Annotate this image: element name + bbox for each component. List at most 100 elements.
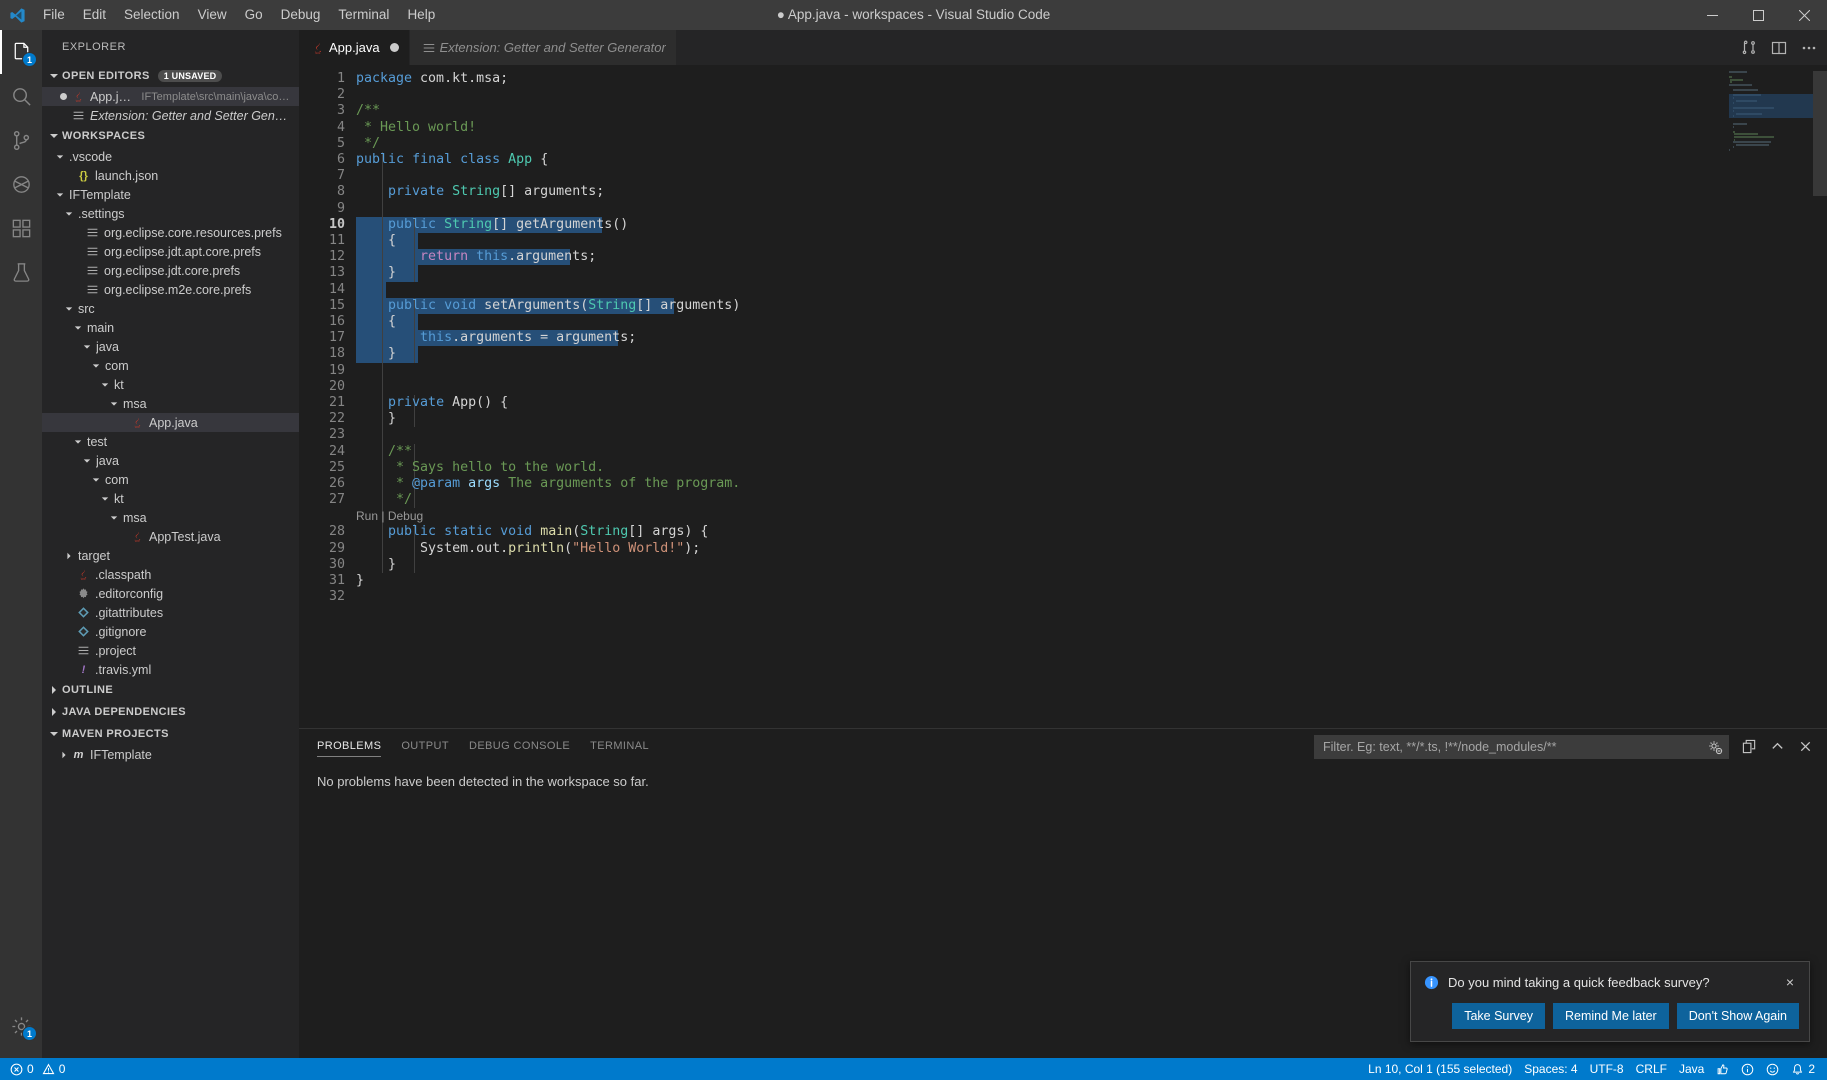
tree-item-msa[interactable]: msa: [42, 508, 299, 527]
code-line[interactable]: private App() {: [356, 395, 508, 411]
tree-item-target[interactable]: target: [42, 546, 299, 565]
minimize-icon[interactable]: [1689, 0, 1735, 30]
tree-item-org-eclipse-jdt-core-prefs[interactable]: org.eclipse.jdt.core.prefs: [42, 261, 299, 280]
code-line[interactable]: }: [356, 346, 396, 362]
code-line[interactable]: package com.kt.msa;: [356, 71, 508, 87]
tree-item-vscode[interactable]: .vscode: [42, 147, 299, 166]
section-java-dependencies[interactable]: JAVA DEPENDENCIES: [42, 701, 299, 723]
dirty-indicator[interactable]: [56, 93, 70, 100]
code-editor[interactable]: 1 package com.kt.msa; 2 3 /** 4 * Hello world…: [299, 65, 1827, 728]
open-editor-extension-getter-setter[interactable]: Extension: Getter and Setter Generator: [42, 106, 299, 125]
tree-item-gitignore[interactable]: .gitignore: [42, 622, 299, 641]
section-workspaces[interactable]: WORKSPACES: [42, 125, 299, 147]
code-line[interactable]: * Hello world!: [356, 120, 476, 136]
activity-item-source-control[interactable]: [0, 118, 42, 162]
status-cursor-position[interactable]: Ln 10, Col 1 (155 selected): [1362, 1058, 1518, 1080]
section-open-editors[interactable]: OPEN EDITORS 1 UNSAVED: [42, 65, 299, 87]
code-line[interactable]: }: [356, 573, 364, 589]
codelens-run[interactable]: Run: [356, 509, 378, 523]
problems-filter[interactable]: [1314, 734, 1729, 759]
clear-filters-icon[interactable]: [1742, 739, 1757, 754]
tree-item-editorconfig[interactable]: .editorconfig: [42, 584, 299, 603]
menu-file[interactable]: File: [34, 0, 74, 30]
chevron-down-icon[interactable]: [72, 438, 84, 446]
code-line[interactable]: /**: [356, 444, 412, 460]
panel-tab-problems[interactable]: PROBLEMS: [317, 729, 382, 764]
chevron-right-icon[interactable]: [58, 751, 70, 759]
code-line[interactable]: */: [356, 492, 412, 508]
code-line[interactable]: }: [356, 411, 396, 427]
menu-view[interactable]: View: [189, 0, 236, 30]
tab-app-java[interactable]: App.java: [299, 30, 410, 65]
chevron-down-icon[interactable]: [108, 514, 120, 522]
activity-item-testing[interactable]: [0, 250, 42, 294]
tree-item-kt[interactable]: kt: [42, 375, 299, 394]
code-line[interactable]: /**: [356, 103, 380, 119]
maximize-panel-icon[interactable]: [1770, 739, 1785, 754]
status-encoding[interactable]: UTF-8: [1584, 1058, 1630, 1080]
code-line[interactable]: */: [356, 136, 380, 152]
chevron-down-icon[interactable]: [81, 343, 93, 351]
code-line[interactable]: System.out.println("Hello World!");: [356, 541, 700, 557]
activity-item-debug[interactable]: [0, 162, 42, 206]
tree-item-java[interactable]: java: [42, 337, 299, 356]
editor-scrollbar[interactable]: [1813, 65, 1827, 728]
take-survey-button[interactable]: Take Survey: [1452, 1003, 1545, 1029]
maven-project-iftemplate[interactable]: m IFTemplate: [42, 745, 299, 764]
menu-help[interactable]: Help: [398, 0, 444, 30]
tree-item-gitattributes[interactable]: .gitattributes: [42, 603, 299, 622]
tree-item-app-java[interactable]: App.java: [42, 413, 299, 432]
code-line[interactable]: return this.arguments;: [356, 249, 596, 265]
chevron-down-icon[interactable]: [90, 476, 102, 484]
tree-item-travis-yml[interactable]: ! .travis.yml: [42, 660, 299, 679]
codelens-run-debug[interactable]: Run | Debug: [356, 508, 423, 524]
section-outline[interactable]: OUTLINE: [42, 679, 299, 701]
code-line[interactable]: {: [356, 314, 396, 330]
menu-selection[interactable]: Selection: [115, 0, 189, 30]
activity-item-explorer[interactable]: 1: [0, 30, 42, 74]
chevron-down-icon[interactable]: [99, 381, 111, 389]
dont-show-again-button[interactable]: Don't Show Again: [1676, 1003, 1799, 1029]
tab-extension-getter-setter[interactable]: Extension: Getter and Setter Generator: [409, 30, 677, 65]
status-tweet-feedback[interactable]: [1760, 1058, 1785, 1080]
split-editor-icon[interactable]: [1771, 40, 1787, 56]
menu-go[interactable]: Go: [236, 0, 272, 30]
tree-item-iftemplate[interactable]: IFTemplate: [42, 185, 299, 204]
status-indentation[interactable]: Spaces: 4: [1518, 1058, 1583, 1080]
open-changes-icon[interactable]: [1741, 40, 1757, 56]
code-line[interactable]: this.arguments = arguments;: [356, 330, 636, 346]
status-eol[interactable]: CRLF: [1630, 1058, 1673, 1080]
maximize-icon[interactable]: [1735, 0, 1781, 30]
workspaces-tree[interactable]: .vscode {} launch.json IFTemplate .settings o…: [42, 147, 299, 679]
activity-item-extensions[interactable]: [0, 206, 42, 250]
panel-tab-output[interactable]: OUTPUT: [401, 729, 449, 764]
panel-tab-terminal[interactable]: TERMINAL: [590, 729, 649, 764]
scrollbar-thumb[interactable]: [1813, 71, 1827, 196]
activity-item-search[interactable]: [0, 74, 42, 118]
open-editor-app-java[interactable]: App.java IFTemplate\src\main\java\com\kt…: [42, 87, 299, 106]
menu-edit[interactable]: Edit: [74, 0, 115, 30]
tab-dirty-indicator[interactable]: [389, 43, 399, 52]
chevron-down-icon[interactable]: [81, 457, 93, 465]
minimap[interactable]: [1729, 65, 1813, 728]
chevron-down-icon[interactable]: [63, 305, 75, 313]
tree-item-org-eclipse-core-resources-prefs[interactable]: org.eclipse.core.resources.prefs: [42, 223, 299, 242]
chevron-down-icon[interactable]: [72, 324, 84, 332]
status-language-mode[interactable]: Java: [1673, 1058, 1710, 1080]
code-line[interactable]: }: [356, 557, 396, 573]
sidebar-tree[interactable]: OPEN EDITORS 1 UNSAVED App.java IFTempla…: [42, 65, 299, 1058]
tree-item-classpath[interactable]: .classpath: [42, 565, 299, 584]
tree-item-org-eclipse-jdt-apt-core-prefs[interactable]: org.eclipse.jdt.apt.core.prefs: [42, 242, 299, 261]
code-line[interactable]: public void setArguments(String[] argume…: [356, 298, 740, 314]
tree-item-test[interactable]: test: [42, 432, 299, 451]
code-line[interactable]: {: [356, 233, 396, 249]
status-errors-warnings[interactable]: 0 0: [4, 1058, 71, 1080]
code-line[interactable]: public final class App {: [356, 152, 548, 168]
status-feedback-thumbsup[interactable]: [1710, 1058, 1735, 1080]
chevron-down-icon[interactable]: [99, 495, 111, 503]
tree-item-org-eclipse-m2e-core-prefs[interactable]: org.eclipse.m2e.core.prefs: [42, 280, 299, 299]
code-line[interactable]: public String[] getArguments(): [356, 217, 628, 233]
tree-item-project[interactable]: .project: [42, 641, 299, 660]
chevron-down-icon[interactable]: [108, 400, 120, 408]
menu-debug[interactable]: Debug: [272, 0, 330, 30]
